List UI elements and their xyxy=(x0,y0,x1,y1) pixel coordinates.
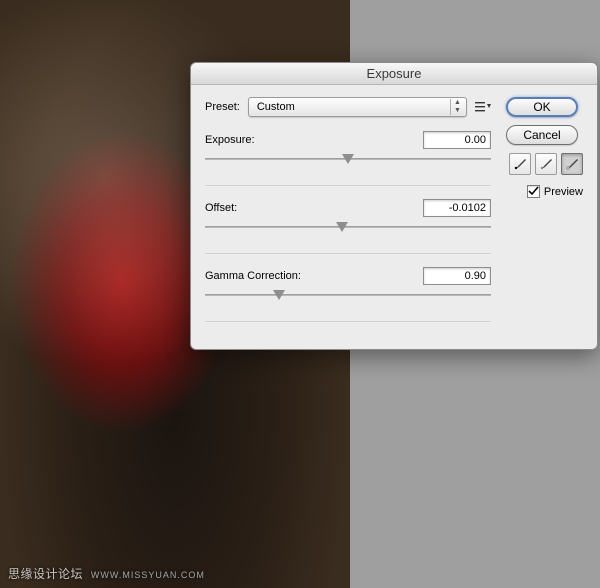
chevron-updown-icon: ▲▼ xyxy=(450,99,462,115)
gamma-slider[interactable] xyxy=(205,289,491,303)
exposure-dialog: Exposure Preset: Custom ▲▼ xyxy=(190,62,598,350)
preset-value: Custom xyxy=(257,101,295,113)
preset-select[interactable]: Custom ▲▼ xyxy=(248,97,467,117)
exposure-label: Exposure: xyxy=(205,134,255,146)
slider-thumb-icon xyxy=(336,222,348,232)
watermark-text: 思缘设计论坛 xyxy=(8,567,83,581)
slider-thumb-icon xyxy=(273,290,285,300)
exposure-slider[interactable] xyxy=(205,153,491,167)
preview-checkbox[interactable] xyxy=(527,185,540,198)
preset-label: Preset: xyxy=(205,101,240,113)
dialog-title: Exposure xyxy=(191,63,597,85)
watermark-site: WWW.MISSYUAN.COM xyxy=(91,570,205,580)
ok-button[interactable]: OK xyxy=(506,97,578,117)
watermark: 思缘设计论坛 WWW.MISSYUAN.COM xyxy=(8,565,205,582)
preset-menu-button[interactable] xyxy=(475,101,491,113)
slider-thumb-icon xyxy=(342,154,354,164)
exposure-input[interactable] xyxy=(423,131,491,149)
gamma-label: Gamma Correction: xyxy=(205,270,301,282)
eyedropper-gray-button[interactable] xyxy=(535,153,557,175)
preview-label: Preview xyxy=(544,186,583,198)
offset-label: Offset: xyxy=(205,202,237,214)
offset-input[interactable] xyxy=(423,199,491,217)
eyedropper-black-button[interactable] xyxy=(509,153,531,175)
gamma-input[interactable] xyxy=(423,267,491,285)
offset-slider[interactable] xyxy=(205,221,491,235)
cancel-button[interactable]: Cancel xyxy=(506,125,578,145)
eyedropper-white-button[interactable] xyxy=(561,153,583,175)
